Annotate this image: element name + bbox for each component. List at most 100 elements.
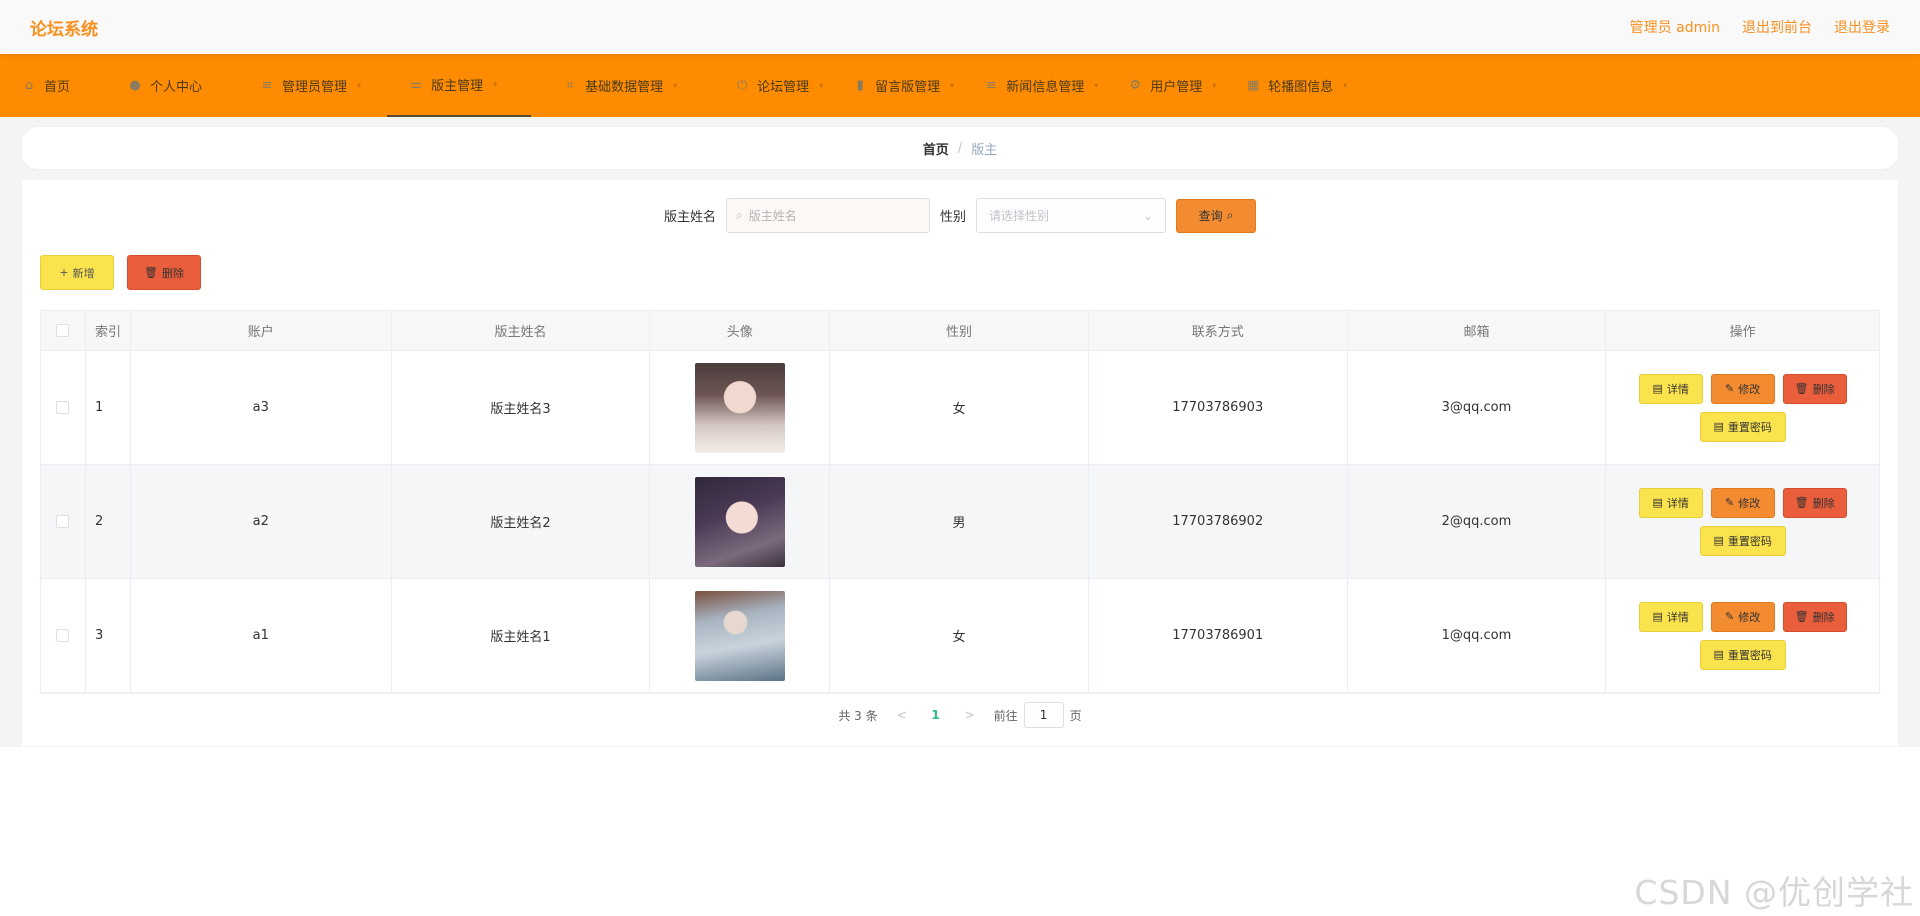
cell-name: 版主姓名2 [392, 465, 651, 578]
avatar[interactable] [694, 476, 785, 567]
front-link[interactable]: 退出到前台 [1742, 17, 1812, 37]
row-select-cell [41, 351, 86, 464]
add-label: 新增 [72, 266, 95, 280]
cell-index: 2 [86, 465, 131, 578]
avatar[interactable] [694, 590, 785, 681]
row-checkbox[interactable] [56, 401, 70, 414]
power-icon: ⏻ [736, 77, 748, 93]
edit-label: 修改 [1738, 496, 1761, 510]
delete-button[interactable]: 🗑 删除 [1782, 487, 1847, 518]
chevron-down-icon: ▾ [1094, 81, 1099, 90]
name-search-label: 版主姓名 [663, 210, 716, 225]
page-number-current[interactable]: 1 [926, 708, 946, 722]
edit-button[interactable]: ✎ 修改 [1710, 601, 1775, 632]
nav-label: 首页 [44, 80, 71, 95]
name-search-placeholder: 版主姓名 [748, 209, 797, 223]
nav-label: 管理员管理 [282, 80, 348, 95]
detail-label: 详情 [1666, 382, 1689, 396]
nav-label: 用户管理 [1150, 80, 1203, 95]
top-right-links: 管理员 admin 退出到前台 退出登录 [1630, 17, 1890, 37]
breadcrumb-current: 版主 [971, 142, 998, 158]
delete-label: 删除 [1812, 610, 1835, 624]
search-bar: 版主姓名 ⌕ 版主姓名 性别 请选择性别 ⌄ 查询 ⌕ [22, 198, 1898, 233]
detail-button[interactable]: ▤ 详情 [1638, 487, 1703, 518]
chevron-down-icon: ▾ [1212, 81, 1217, 90]
edit-button[interactable]: ✎ 修改 [1710, 487, 1775, 518]
reset-password-button[interactable]: ▤ 重置密码 [1699, 525, 1786, 556]
detail-button[interactable]: ▤ 详情 [1638, 601, 1703, 632]
nav-item-forum[interactable]: ⏻ 论坛管理 ▾ [731, 54, 849, 117]
reset-password-button[interactable]: ▤ 重置密码 [1699, 411, 1786, 442]
nav-item-news[interactable]: ≡ 新闻信息管理 ▾ [980, 54, 1124, 117]
bar-chart-icon: ▮ [856, 77, 864, 93]
nav-label: 基础数据管理 [585, 80, 664, 95]
cell-email: 1@qq.com [1348, 579, 1607, 692]
nav-label: 论坛管理 [757, 80, 810, 95]
cell-email: 3@qq.com [1348, 351, 1607, 464]
moderator-icon: ⚌ [410, 76, 422, 92]
trash-icon: 🗑 [144, 266, 158, 279]
row-checkbox[interactable] [56, 515, 70, 528]
trash-icon: 🗑 [1794, 496, 1809, 509]
document-icon: ▤ [1713, 648, 1724, 661]
document-icon: ▤ [1652, 382, 1663, 395]
delete-label: 删除 [1812, 382, 1835, 396]
admin-label[interactable]: 管理员 admin [1630, 17, 1720, 37]
watermark: CSDN @优创学社 [1634, 873, 1914, 912]
delete-label: 删除 [1812, 496, 1835, 510]
pagination: 共 3 条 < 1 > 前往 1 页 [22, 702, 1898, 728]
query-button[interactable]: 查询 ⌕ [1176, 198, 1257, 233]
cell-account: a2 [131, 465, 392, 578]
nav-item-profile[interactable]: ● 个人中心 [124, 54, 228, 117]
sex-select[interactable]: 请选择性别 ⌄ [976, 198, 1167, 233]
nav-label: 新闻信息管理 [1006, 80, 1085, 95]
delete-button[interactable]: 🗑 删除 [1782, 601, 1847, 632]
nav-label: 个人中心 [150, 80, 203, 95]
batch-delete-button[interactable]: 🗑 删除 [127, 255, 201, 290]
select-all-checkbox[interactable] [56, 324, 70, 337]
goto-page-input[interactable]: 1 [1023, 702, 1064, 728]
nav-label: 留言版管理 [875, 80, 941, 95]
header-sex: 性别 [830, 311, 1089, 350]
chevron-down-icon: ▾ [819, 81, 824, 90]
delete-label: 删除 [161, 266, 184, 280]
row-select-cell [41, 465, 86, 578]
goto-suffix: 页 [1069, 708, 1082, 723]
detail-button[interactable]: ▤ 详情 [1638, 373, 1703, 404]
edit-button[interactable]: ✎ 修改 [1710, 373, 1775, 404]
trash-icon: 🗑 [1794, 610, 1809, 623]
add-button[interactable]: + 新增 [40, 255, 114, 290]
cell-index: 1 [86, 351, 131, 464]
delete-button[interactable]: 🗑 删除 [1782, 373, 1847, 404]
nav-item-admin[interactable]: ≡ 管理员管理 ▾ [256, 54, 387, 117]
select-all-cell [41, 311, 86, 350]
cell-phone: 17703786901 [1089, 579, 1348, 692]
nav-item-users[interactable]: ⚙ 用户管理 ▾ [1124, 54, 1242, 117]
nav-item-basic-data[interactable]: ⌗ 基础数据管理 ▾ [559, 54, 703, 117]
nav-item-carousel[interactable]: ▦ 轮播图信息 ▾ [1242, 54, 1373, 117]
nav-item-moderator[interactable]: ⚌ 版主管理 ▾ [387, 54, 532, 117]
name-search-input[interactable]: ⌕ 版主姓名 [726, 198, 930, 233]
row-checkbox[interactable] [56, 629, 70, 642]
avatar[interactable] [694, 362, 785, 453]
breadcrumb: 首页 / 版主 [22, 127, 1898, 169]
chevron-right-icon[interactable]: > [960, 708, 980, 722]
list-icon: ≡ [261, 77, 273, 93]
nav-item-message[interactable]: ▮ 留言版管理 ▾ [849, 54, 980, 117]
moderator-table: 索引 账户 版主姓名 头像 性别 联系方式 邮箱 操作 1 a3 版主姓名3 女… [40, 310, 1880, 694]
nav-item-home[interactable]: ⌂ 首页 [18, 54, 96, 117]
home-icon: ⌂ [24, 77, 34, 93]
search-icon: ⌕ [736, 208, 743, 222]
logout-link[interactable]: 退出登录 [1834, 17, 1890, 37]
chevron-left-icon[interactable]: < [892, 708, 912, 722]
breadcrumb-home[interactable]: 首页 [923, 139, 949, 158]
plus-icon: + [59, 266, 69, 279]
cell-index: 3 [86, 579, 131, 692]
cell-ops: ▤ 详情 ✎ 修改 🗑 删除 ▤ 重置密码 [1606, 465, 1879, 578]
goto-page: 前往 1 页 [994, 702, 1082, 728]
chevron-down-icon: ⌄ [1142, 208, 1154, 223]
brand-title: 论坛系统 [30, 19, 98, 40]
sex-select-placeholder: 请选择性别 [989, 209, 1050, 223]
reset-password-button[interactable]: ▤ 重置密码 [1699, 639, 1786, 670]
table-row: 1 a3 版主姓名3 女 17703786903 3@qq.com ▤ 详情 ✎ 修… [41, 351, 1879, 465]
